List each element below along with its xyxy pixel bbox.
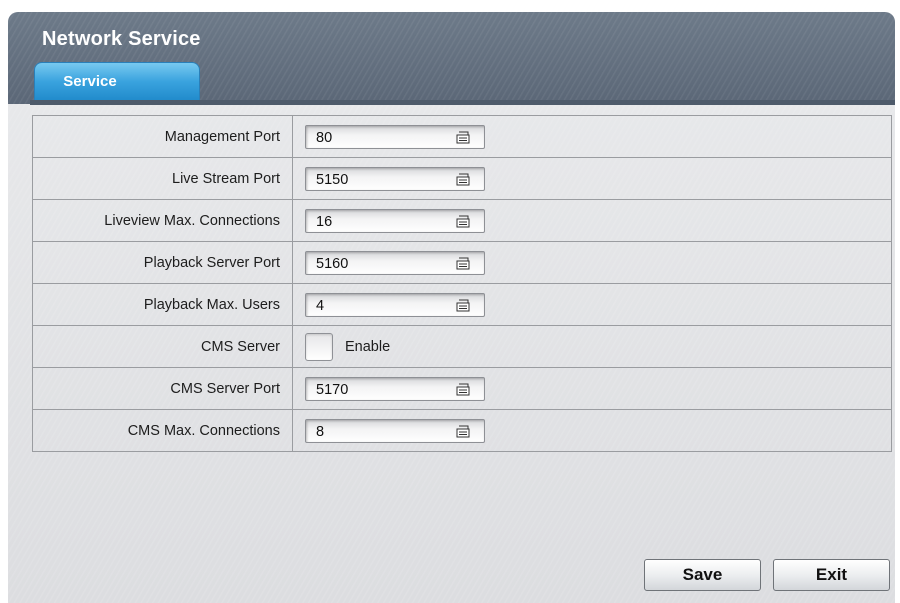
table-row: Liveview Max. Connections 16 <box>33 200 891 242</box>
window-header: Network Service Service <box>8 12 895 104</box>
keyboard-icon[interactable] <box>456 383 470 396</box>
table-row: Management Port 80 <box>33 116 891 158</box>
tab-service-label: Service <box>63 73 117 90</box>
table-row: CMS Max. Connections 8 <box>33 410 891 452</box>
liveview-max-connections-input[interactable]: 16 <box>305 208 485 233</box>
live-stream-port-input[interactable]: 5150 <box>305 166 485 191</box>
cms-server-port-input[interactable]: 5170 <box>305 376 485 401</box>
exit-button[interactable]: Exit <box>773 559 890 591</box>
management-port-label: Management Port <box>33 116 293 157</box>
keyboard-icon[interactable] <box>456 131 470 144</box>
management-port-input[interactable]: 80 <box>305 124 485 149</box>
playback-max-users-label: Playback Max. Users <box>33 284 293 325</box>
keyboard-icon[interactable] <box>456 215 470 228</box>
live-stream-port-value: 5150 <box>316 171 349 188</box>
tab-service[interactable]: Service <box>34 62 200 104</box>
cms-server-enable-checkbox[interactable] <box>305 332 333 361</box>
tab-underline <box>30 100 895 105</box>
cms-max-connections-input[interactable]: 8 <box>305 418 485 443</box>
table-row: Live Stream Port 5150 <box>33 158 891 200</box>
cms-server-enable-label[interactable]: Enable <box>345 339 390 355</box>
keyboard-icon[interactable] <box>456 425 470 438</box>
playback-max-users-value: 4 <box>316 297 325 314</box>
network-service-window: Network Service Service Management Port … <box>8 12 895 603</box>
table-row: CMS Server Port 5170 <box>33 368 891 410</box>
playback-server-port-label: Playback Server Port <box>33 242 293 283</box>
keyboard-icon[interactable] <box>456 257 470 270</box>
cms-server-label: CMS Server <box>33 326 293 367</box>
cms-max-connections-value: 8 <box>316 423 325 440</box>
playback-server-port-input[interactable]: 5160 <box>305 250 485 275</box>
table-row: Playback Server Port 5160 <box>33 242 891 284</box>
table-row: Playback Max. Users 4 <box>33 284 891 326</box>
liveview-max-connections-label: Liveview Max. Connections <box>33 200 293 241</box>
live-stream-port-label: Live Stream Port <box>33 158 293 199</box>
cms-server-port-label: CMS Server Port <box>33 368 293 409</box>
playback-server-port-value: 5160 <box>316 255 349 272</box>
liveview-max-connections-value: 16 <box>316 213 333 230</box>
playback-max-users-input[interactable]: 4 <box>305 292 485 317</box>
keyboard-icon[interactable] <box>456 299 470 312</box>
cms-server-port-value: 5170 <box>316 381 349 398</box>
table-row: CMS Server Enable <box>33 326 891 368</box>
settings-table: Management Port 80 Live Stream Port 5150… <box>32 115 892 452</box>
save-button[interactable]: Save <box>644 559 761 591</box>
window-title: Network Service <box>42 28 201 50</box>
keyboard-icon[interactable] <box>456 173 470 186</box>
management-port-value: 80 <box>316 129 333 146</box>
cms-max-connections-label: CMS Max. Connections <box>33 410 293 451</box>
